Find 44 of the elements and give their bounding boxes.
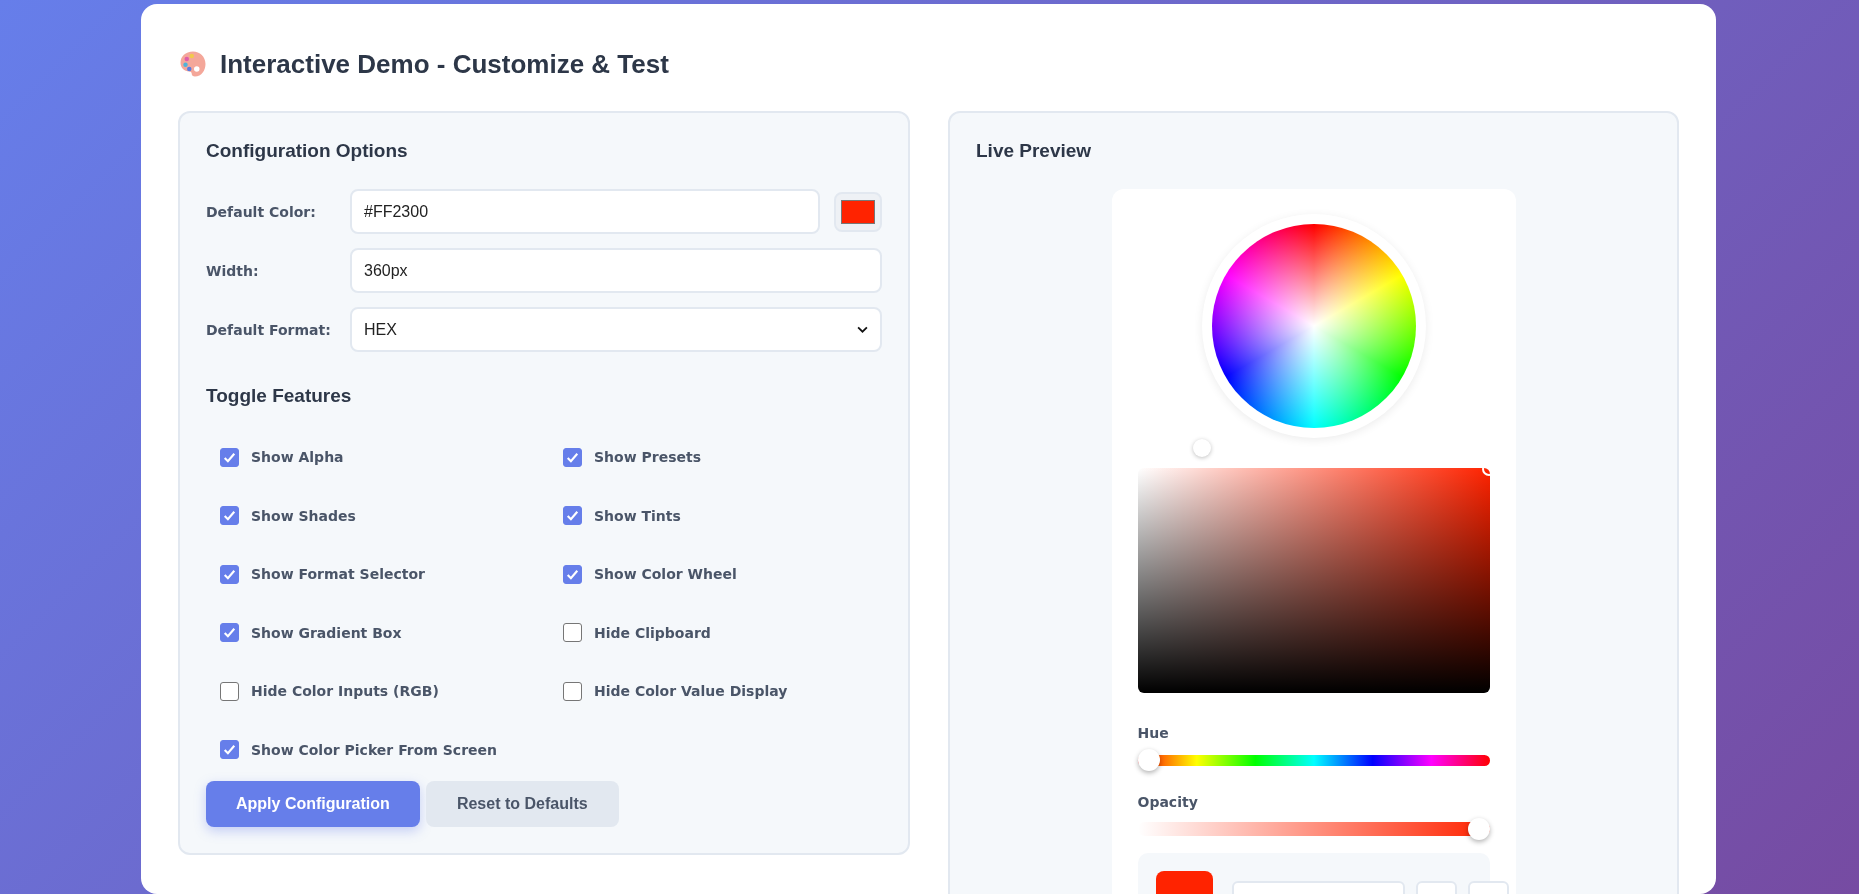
field-label: Width: <box>206 262 260 279</box>
checkbox[interactable] <box>220 564 239 584</box>
checkbox-label: Show Format Selector <box>251 566 425 583</box>
checkbox[interactable] <box>220 506 239 526</box>
color-swatch-button[interactable] <box>834 191 882 232</box>
checkbox[interactable] <box>563 447 582 467</box>
checkbox[interactable] <box>563 681 582 701</box>
chevron-down-icon <box>857 326 868 333</box>
page-title: Interactive Demo - Customize & Test <box>220 48 669 80</box>
checkbox[interactable] <box>563 506 582 526</box>
checkbox[interactable] <box>220 447 239 467</box>
checkbox-label: Show Presets <box>594 449 701 466</box>
checkbox[interactable] <box>563 623 582 643</box>
checkbox-label: Show Color Picker From Screen <box>251 741 498 758</box>
checkbox[interactable] <box>220 681 239 701</box>
field-label: Default Color: <box>206 203 317 220</box>
reset-button[interactable]: Reset to Defaults <box>425 781 619 827</box>
checkbox-label: Show Tints <box>594 507 681 524</box>
hue-slider[interactable] <box>1137 748 1490 772</box>
slider-label: Hue <box>1137 725 1170 743</box>
slider-label: Opacity <box>1137 794 1199 812</box>
section-heading: Toggle Features <box>206 384 353 408</box>
checkbox[interactable] <box>220 740 239 760</box>
input-field[interactable]: #FF2300 <box>350 189 820 234</box>
checkbox[interactable] <box>563 564 582 584</box>
format-select[interactable]: HEX <box>350 307 882 352</box>
checkbox-label: Show Color Wheel <box>594 566 737 583</box>
gradient-box[interactable] <box>1137 468 1490 693</box>
checkbox-label: Show Gradient Box <box>251 624 402 641</box>
checkbox-label: Hide Clipboard <box>594 624 711 641</box>
palette-icon <box>178 49 208 79</box>
field-label: Default Format: <box>206 321 332 338</box>
checkbox-label: Show Alpha <box>251 449 344 466</box>
slider-thumb[interactable] <box>1137 749 1160 771</box>
apply-button[interactable]: Apply Configuration <box>206 781 420 827</box>
input-field[interactable]: 360px <box>350 248 882 293</box>
checkbox-label: Hide Color Inputs (RGB) <box>251 683 439 700</box>
checkbox[interactable] <box>220 623 239 643</box>
section-heading: Live Preview <box>976 139 1093 163</box>
slider-thumb[interactable] <box>1467 818 1490 840</box>
wheel-handle[interactable] <box>1192 439 1211 457</box>
checkbox-label: Show Shades <box>251 507 356 524</box>
section-heading: Configuration Options <box>206 139 409 163</box>
checkbox-label: Hide Color Value Display <box>594 683 788 700</box>
